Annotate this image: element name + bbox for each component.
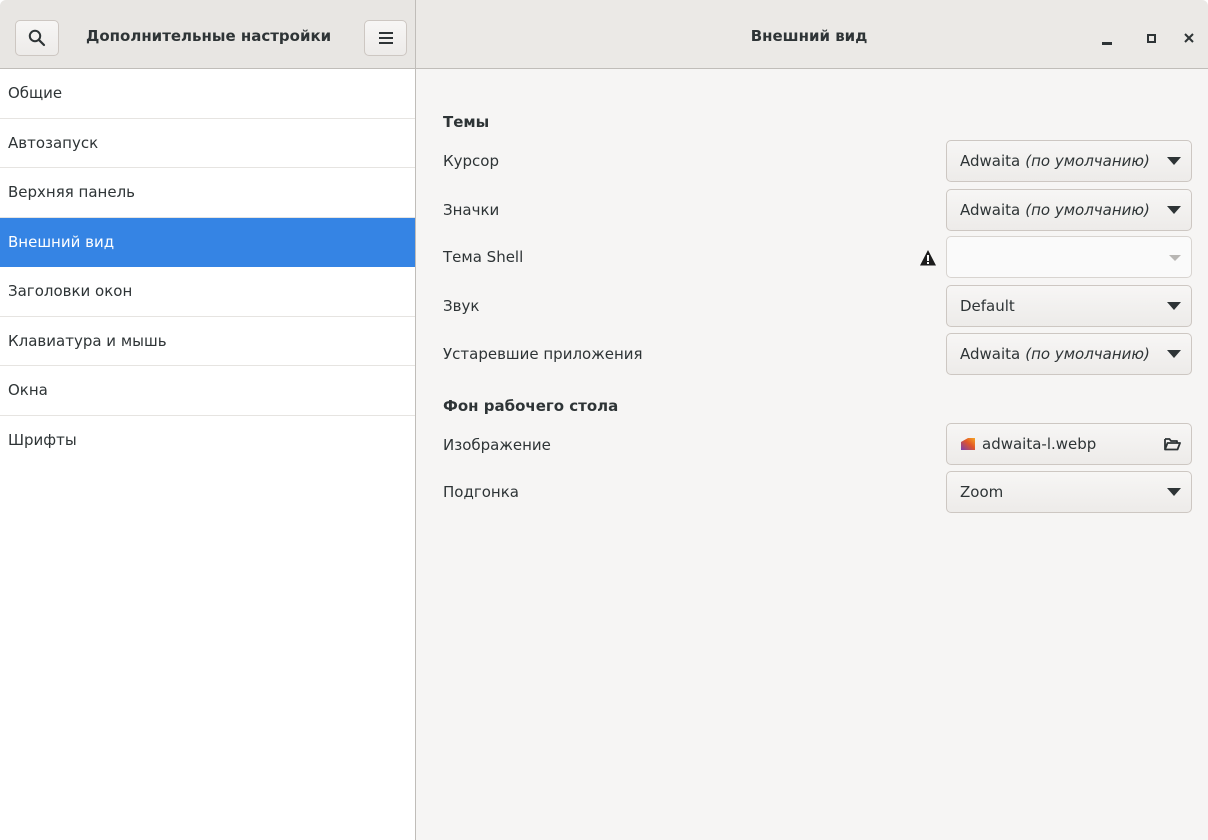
- sidebar-item-appearance[interactable]: Внешний вид: [0, 217, 415, 267]
- legacy-apps-theme-combo[interactable]: Adwaita (по умолчанию): [946, 333, 1192, 375]
- hamburger-menu-icon: [378, 32, 393, 44]
- combo-default-hint: (по умолчанию): [1025, 152, 1150, 170]
- sound-theme-combo[interactable]: Default: [946, 285, 1192, 327]
- page-title: Внешний вид: [750, 27, 868, 45]
- search-icon: [28, 29, 46, 47]
- chevron-down-icon: [1167, 488, 1181, 496]
- maximize-icon: [1146, 33, 1156, 43]
- sidebar-item-label: Заголовки окон: [8, 282, 133, 301]
- combo-value: Adwaita: [960, 201, 1021, 219]
- cursor-theme-combo[interactable]: Adwaita (по умолчанию): [946, 140, 1192, 182]
- themes-section-title: Темы: [443, 113, 490, 131]
- shell-theme-combo[interactable]: [946, 236, 1192, 278]
- tweaks-window: Дополнительные настройки Внешний вид Общ…: [0, 0, 1208, 840]
- maximize-button[interactable]: [1136, 20, 1166, 56]
- chevron-down-icon: [1167, 157, 1181, 165]
- sidebar-item-windows[interactable]: Окна: [0, 366, 415, 416]
- adjustment-label: Подгонка: [443, 483, 519, 501]
- sidebar-item-label: Окна: [8, 381, 48, 400]
- close-icon: [1184, 33, 1194, 43]
- sound-label: Звук: [443, 297, 480, 315]
- combo-default-hint: (по умолчанию): [1025, 201, 1150, 219]
- combo-value: Default: [960, 297, 1015, 315]
- header-bar: Дополнительные настройки Внешний вид: [0, 0, 1208, 69]
- header-left-pane: Дополнительные настройки: [0, 0, 416, 68]
- background-image-file-button[interactable]: adwaita-l.webp: [946, 423, 1192, 465]
- image-label: Изображение: [443, 436, 551, 454]
- image-file-icon: [961, 438, 975, 450]
- appearance-panel: Темы Курсор Adwaita (по умолчанию) Значк…: [417, 69, 1208, 840]
- sidebar-item-label: Общие: [8, 84, 63, 103]
- icons-label: Значки: [443, 201, 500, 219]
- sidebar-item-label: Автозапуск: [8, 133, 99, 152]
- legacy-apps-label: Устаревшие приложения: [443, 345, 643, 363]
- minimize-button[interactable]: [1092, 20, 1122, 56]
- warning-icon: [920, 250, 936, 266]
- combo-default-hint: (по умолчанию): [1025, 345, 1150, 363]
- sidebar-item-general[interactable]: Общие: [0, 69, 415, 119]
- sidebar-item-keyboard-mouse[interactable]: Клавиатура и мышь: [0, 317, 415, 366]
- chevron-down-icon: [1167, 302, 1181, 310]
- app-title: Дополнительные настройки: [86, 27, 332, 45]
- sidebar-item-label: Шрифты: [8, 431, 77, 450]
- sidebar-item-window-titlebars[interactable]: Заголовки окон: [0, 267, 415, 317]
- icon-theme-combo[interactable]: Adwaita (по умолчанию): [946, 189, 1192, 231]
- combo-value: Adwaita: [960, 345, 1021, 363]
- minimize-icon: [1102, 41, 1112, 45]
- sidebar-item-label: Верхняя панель: [8, 183, 136, 202]
- combo-value: Zoom: [960, 483, 1004, 501]
- close-button[interactable]: [1174, 20, 1204, 56]
- chevron-down-icon: [1167, 206, 1181, 214]
- file-name: adwaita-l.webp: [982, 435, 1097, 453]
- cursor-label: Курсор: [443, 152, 499, 170]
- combo-value: Adwaita: [960, 152, 1021, 170]
- main-menu-button[interactable]: [364, 20, 407, 56]
- background-adjustment-combo[interactable]: Zoom: [946, 471, 1192, 513]
- chevron-down-icon: [1169, 255, 1181, 261]
- sidebar-item-top-bar[interactable]: Верхняя панель: [0, 168, 415, 218]
- sidebar-item-fonts[interactable]: Шрифты: [0, 416, 415, 466]
- search-button[interactable]: [15, 20, 59, 56]
- sidebar: Общие Автозапуск Верхняя панель Внешний …: [0, 69, 416, 840]
- header-right-pane: Внешний вид: [416, 0, 1208, 68]
- sidebar-item-label: Клавиатура и мышь: [8, 331, 167, 350]
- chevron-down-icon: [1167, 350, 1181, 358]
- sidebar-item-startup[interactable]: Автозапуск: [0, 119, 415, 168]
- folder-open-icon: [1164, 438, 1181, 451]
- sidebar-item-label: Внешний вид: [8, 232, 115, 251]
- background-section-title: Фон рабочего стола: [443, 397, 619, 415]
- shell-theme-label: Тема Shell: [443, 248, 524, 266]
